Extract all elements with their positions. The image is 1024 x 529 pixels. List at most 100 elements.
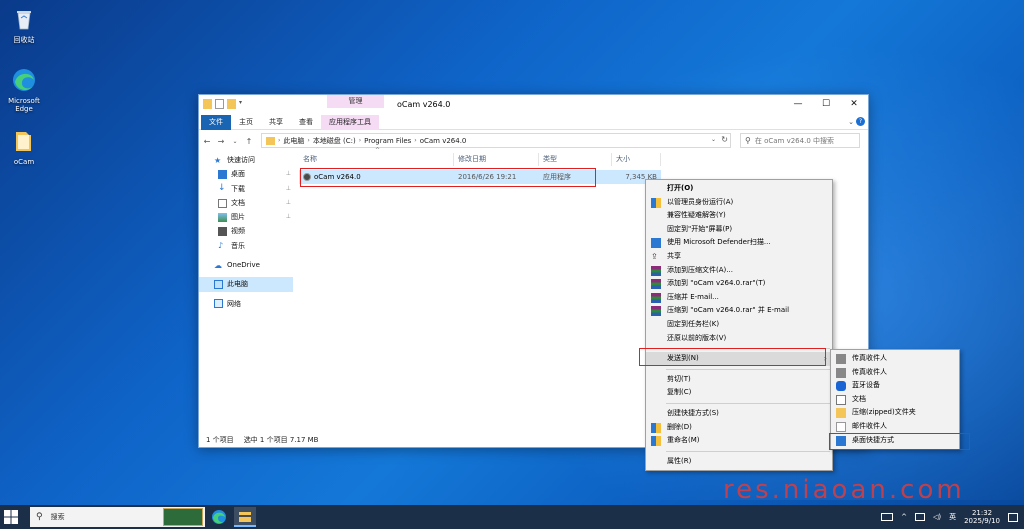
- window-controls: — ☐ ✕: [784, 95, 868, 115]
- desktop-icon-ocam[interactable]: oCam: [4, 128, 44, 166]
- share-icon: ⇪: [651, 251, 658, 261]
- chevron-down-icon[interactable]: ▾: [239, 99, 245, 109]
- properties-icon[interactable]: [215, 99, 224, 109]
- volume-icon[interactable]: ◁): [933, 513, 941, 521]
- nav-item-network[interactable]: 网络: [199, 297, 293, 311]
- clock[interactable]: 21:32 2025/9/10: [964, 509, 1000, 525]
- menu-item-pin-taskbar[interactable]: 固定到任务栏(K): [646, 318, 832, 332]
- back-button[interactable]: ←: [201, 137, 213, 146]
- menu-item-rename[interactable]: 重命名(M): [646, 434, 832, 448]
- sendto-mail-recipient[interactable]: 邮件收件人: [831, 420, 959, 434]
- ime-indicator[interactable]: 英: [949, 512, 956, 522]
- menu-item-properties[interactable]: 属性(R): [646, 455, 832, 469]
- menu-item-add-rar[interactable]: 添加到 "oCam v264.0.rar"(T): [646, 277, 832, 291]
- ribbon-expand-button[interactable]: ⌄: [848, 118, 854, 126]
- folder-icon: [239, 512, 251, 522]
- star-icon: ★: [214, 155, 222, 165]
- menu-item-compress-email[interactable]: 压缩并 E-mail...: [646, 291, 832, 305]
- column-header-modified[interactable]: 修改日期: [454, 153, 539, 166]
- edge-taskbar-button[interactable]: [208, 507, 230, 527]
- tab-file[interactable]: 文件: [201, 114, 231, 130]
- menu-item-cut[interactable]: 剪切(T): [646, 373, 832, 387]
- nav-item-pictures[interactable]: 图片 ⊥: [199, 210, 293, 224]
- nav-item-this-pc[interactable]: 此电脑: [199, 277, 293, 292]
- maximize-button[interactable]: ☐: [812, 95, 840, 115]
- breadcrumb-ocam[interactable]: oCam v264.0: [417, 137, 470, 145]
- shield-icon: [651, 422, 661, 433]
- mail-icon: [836, 421, 846, 432]
- ribbon-tabs: 文件 主页 共享 查看 应用程序工具 ⌄ ?: [199, 114, 868, 130]
- clock-time: 21:32: [971, 509, 993, 517]
- column-headers: 名称 修改日期 类型 大小: [299, 153, 661, 166]
- status-bar: 1 个项目 选中 1 个项目 7.17 MB: [206, 435, 318, 445]
- address-dropdown-icon[interactable]: ⌄: [711, 136, 716, 143]
- tab-app-tools[interactable]: 应用程序工具: [321, 114, 379, 130]
- desktop-icon-edge[interactable]: Microsoft Edge: [4, 67, 44, 113]
- menu-item-copy[interactable]: 复制(C): [646, 386, 832, 400]
- desktop-icon-label: Microsoft Edge: [8, 97, 40, 113]
- menu-item-compress-rar-email[interactable]: 压缩到 "oCam v264.0.rar" 并 E-mail: [646, 304, 832, 318]
- nav-label: 快速访问: [227, 156, 255, 164]
- folder-icon: [266, 136, 275, 145]
- tab-home[interactable]: 主页: [231, 115, 261, 130]
- explorer-taskbar-button[interactable]: [234, 507, 256, 527]
- network-icon[interactable]: [914, 513, 925, 521]
- sendto-fax-2[interactable]: 传真收件人: [831, 366, 959, 380]
- folder-icon: [203, 99, 212, 109]
- address-bar[interactable]: › 此电脑 › 本地磁盘 (C:) › Program Files › oCam…: [261, 133, 731, 148]
- column-header-name[interactable]: 名称: [299, 153, 454, 166]
- close-button[interactable]: ✕: [840, 95, 868, 115]
- address-row: ← → ⌄ ↑ › 此电脑 › 本地磁盘 (C:) › Program File…: [199, 132, 868, 150]
- nav-item-quick-access[interactable]: ★ 快速访问: [199, 153, 293, 167]
- breadcrumb-local-disk[interactable]: 本地磁盘 (C:): [310, 136, 359, 146]
- nav-item-onedrive[interactable]: ☁ OneDrive: [199, 258, 293, 272]
- sendto-documents[interactable]: 文档: [831, 393, 959, 407]
- menu-item-open[interactable]: 打开(O): [646, 182, 832, 196]
- menu-item-defender-scan[interactable]: 使用 Microsoft Defender扫描...: [646, 236, 832, 250]
- winrar-icon: [651, 265, 661, 276]
- refresh-icon[interactable]: ↻: [721, 135, 728, 144]
- tab-view[interactable]: 查看: [291, 115, 321, 130]
- help-icon[interactable]: ?: [856, 117, 865, 126]
- sendto-fax-1[interactable]: 传真收件人: [831, 352, 959, 366]
- sendto-bluetooth[interactable]: 蓝牙设备: [831, 379, 959, 393]
- nav-label: 图片: [231, 213, 245, 222]
- menu-item-pin-start[interactable]: 固定到"开始"屏幕(P): [646, 223, 832, 237]
- menu-separator: [666, 450, 830, 452]
- tab-share[interactable]: 共享: [261, 115, 291, 130]
- search-input[interactable]: ⚲ 在 oCam v264.0 中搜索: [740, 133, 860, 148]
- nav-item-documents[interactable]: 文档 ⊥: [199, 196, 293, 210]
- keyboard-icon[interactable]: [881, 513, 894, 521]
- breadcrumb-this-pc[interactable]: 此电脑: [280, 136, 307, 146]
- windows-start-icon[interactable]: [4, 510, 18, 524]
- nav-item-videos[interactable]: 视频: [199, 224, 293, 238]
- shield-icon: [651, 197, 661, 208]
- new-folder-icon[interactable]: [227, 99, 236, 109]
- column-header-size[interactable]: 大小: [612, 153, 661, 166]
- navigation-pane: ★ 快速访问 桌面 ⊥ ↓ 下载 ⊥ 文档 ⊥ 图片 ⊥ 视频 ♪ 音乐 ☁ O…: [199, 153, 293, 433]
- highlight-box-desktop-shortcut: [829, 433, 970, 450]
- notification-icon[interactable]: [1008, 512, 1018, 522]
- nav-item-downloads[interactable]: ↓ 下载 ⊥: [199, 182, 293, 196]
- column-header-type[interactable]: 类型: [539, 153, 612, 166]
- menu-item-create-shortcut[interactable]: 创建快捷方式(S): [646, 407, 832, 421]
- taskbar-search-box[interactable]: ⚲ 搜索: [30, 507, 205, 527]
- recent-locations-button[interactable]: ⌄: [229, 138, 241, 145]
- chevron-up-icon[interactable]: ^: [901, 513, 907, 521]
- menu-item-run-as-admin[interactable]: 以管理员身份运行(A): [646, 196, 832, 210]
- fax-icon: [836, 367, 846, 378]
- menu-item-restore-versions[interactable]: 还原以前的版本(V): [646, 332, 832, 346]
- nav-item-desktop[interactable]: 桌面 ⊥: [199, 167, 293, 181]
- menu-item-compat-troubleshoot[interactable]: 兼容性疑难解答(Y): [646, 209, 832, 223]
- minimize-button[interactable]: —: [784, 95, 812, 115]
- up-button[interactable]: ↑: [243, 137, 255, 146]
- sendto-zip-folder[interactable]: 压缩(zipped)文件夹: [831, 406, 959, 420]
- desktop-icon-recycle-bin[interactable]: 回收站: [4, 6, 44, 44]
- forward-button[interactable]: →: [215, 137, 227, 146]
- breadcrumb-program-files[interactable]: Program Files: [361, 137, 414, 145]
- winrar-icon: [651, 292, 661, 303]
- nav-item-music[interactable]: ♪ 音乐: [199, 239, 293, 253]
- menu-item-delete[interactable]: 删除(D): [646, 421, 832, 435]
- menu-item-add-archive[interactable]: 添加到压缩文件(A)...: [646, 264, 832, 278]
- menu-item-share[interactable]: ⇪ 共享: [646, 250, 832, 264]
